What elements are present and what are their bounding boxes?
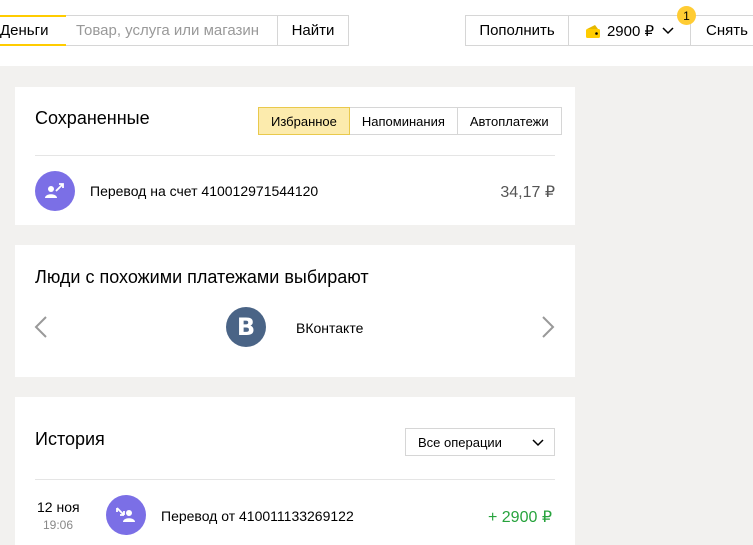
brand-label: Деньги xyxy=(0,22,49,39)
operations-filter-select[interactable]: Все операции xyxy=(405,428,555,456)
operation-time: 19:06 xyxy=(43,518,74,532)
transfer-in-icon xyxy=(106,495,146,535)
tab-favorites[interactable]: Избранное xyxy=(258,107,350,135)
tab-reminders[interactable]: Напоминания xyxy=(349,108,458,134)
saved-item-amount: 34,17 ₽ xyxy=(500,184,555,201)
saved-card: Сохраненные Избранное Напоминания Автопл… xyxy=(15,87,575,225)
search-button[interactable]: Найти xyxy=(277,15,349,46)
search-input[interactable] xyxy=(66,15,278,46)
wallet-icon xyxy=(585,24,600,38)
saved-tabs: Избранное Напоминания Автоплатежи xyxy=(258,107,562,135)
recommendations-card: Люди с похожими платежами выбирают B ВКо… xyxy=(15,245,575,377)
vk-logo-letter: B xyxy=(236,313,256,341)
saved-item-label: Перевод на счет 410012971544120 xyxy=(90,183,319,199)
service-name[interactable]: ВКонтакте xyxy=(296,320,363,336)
chevron-left-icon[interactable] xyxy=(34,316,48,338)
balance-amount: 2900 ₽ xyxy=(606,22,655,40)
top-header: Деньги Найти Пополнить 2900 ₽ Снять 1 xyxy=(0,0,753,66)
brand-tab-dengi[interactable]: Деньги xyxy=(0,15,75,46)
balance-dropdown[interactable]: 2900 ₽ xyxy=(568,15,691,46)
vk-logo-icon[interactable]: B xyxy=(226,307,266,347)
operation-date: 12 ноя xyxy=(37,499,80,515)
filter-value: Все операции xyxy=(418,434,502,450)
recommendations-title: Люди с похожими платежами выбирают xyxy=(35,267,369,287)
transfer-out-icon xyxy=(35,171,75,211)
divider xyxy=(35,155,555,156)
operation-label: Перевод от 410011133269122 xyxy=(161,508,354,524)
history-title: История xyxy=(35,429,105,449)
chevron-down-icon xyxy=(532,439,544,447)
chevron-right-icon[interactable] xyxy=(541,316,555,338)
history-card: История Все операции 12 ноя 19:06 Перево… xyxy=(15,397,575,545)
tab-autopayments[interactable]: Автоплатежи xyxy=(457,108,561,134)
saved-title: Сохраненные xyxy=(35,108,150,128)
topup-button[interactable]: Пополнить xyxy=(465,15,569,46)
chevron-down-icon xyxy=(662,26,674,34)
notification-badge[interactable]: 1 xyxy=(677,6,696,25)
operation-amount: + 2900 ₽ xyxy=(487,509,552,526)
divider xyxy=(35,479,555,480)
withdraw-button[interactable]: Снять xyxy=(690,15,753,46)
